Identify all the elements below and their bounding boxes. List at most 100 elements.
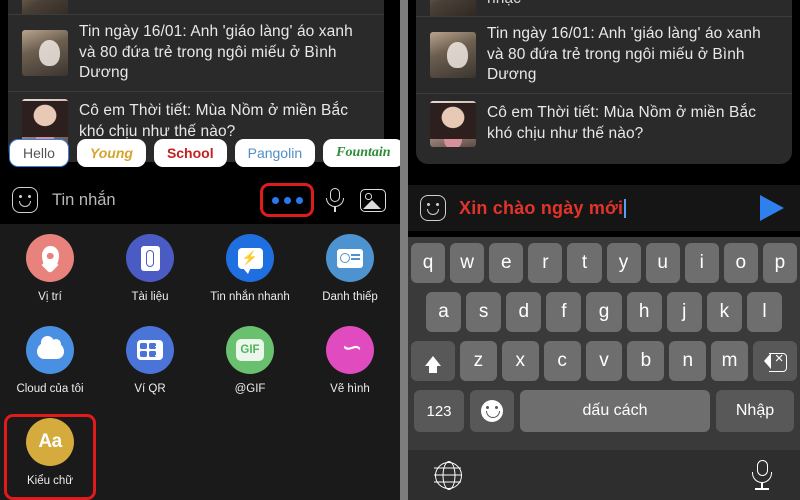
key-d[interactable]: d — [506, 292, 542, 332]
key-g[interactable]: g — [586, 292, 622, 332]
send-arrow-icon[interactable] — [760, 195, 784, 221]
app-item-vi-tri[interactable]: Vị trí — [0, 234, 100, 326]
key-r[interactable]: r — [528, 243, 563, 283]
app-item-ve-hinh[interactable]: ∽ Vẽ hình — [300, 326, 400, 418]
key-o[interactable]: o — [723, 243, 758, 283]
news-title: nhạc — [487, 0, 521, 9]
key-k[interactable]: k — [706, 292, 742, 332]
message-input[interactable]: Xin chào ngày mới — [459, 198, 760, 219]
app-label: Cloud của tôi — [16, 383, 84, 395]
app-item-vi-qr[interactable]: Ví QR — [100, 326, 200, 418]
font-chip-school[interactable]: School — [153, 139, 227, 167]
numeric-key[interactable]: 123 — [414, 390, 464, 432]
space-key[interactable]: dấu cách — [520, 390, 710, 432]
app-item-cloud[interactable]: Cloud của tôi — [0, 326, 100, 418]
key-e[interactable]: e — [489, 243, 524, 283]
cloud-icon — [26, 326, 74, 374]
key-u[interactable]: u — [645, 243, 680, 283]
keyboard-row-2: a s d f g h j k l — [408, 292, 800, 332]
news-list-item[interactable]: Cô em Thời tiết: Mùa Nồm ở miền Bắc khó … — [416, 92, 792, 154]
key-h[interactable]: h — [626, 292, 662, 332]
app-label: Tài liệu — [131, 291, 169, 303]
globe-icon[interactable] — [435, 461, 462, 489]
key-f[interactable]: f — [546, 292, 582, 332]
app-label: Ví QR — [134, 383, 166, 395]
app-label: Vị trí — [38, 291, 62, 303]
font-style-icon: Aa — [26, 418, 74, 466]
key-j[interactable]: j — [666, 292, 702, 332]
qr-wallet-icon — [126, 326, 174, 374]
news-thumbnail — [430, 0, 476, 16]
enter-key[interactable]: Nhập — [716, 390, 794, 432]
key-a[interactable]: a — [426, 292, 462, 332]
key-m[interactable]: m — [711, 341, 749, 381]
key-z[interactable]: z — [460, 341, 497, 381]
app-label: Tin nhắn nhanh — [210, 291, 290, 303]
message-input-bar: Tin nhắn — [0, 176, 400, 224]
keyboard-row-3: z x c v b n m — [408, 341, 800, 381]
news-list-item[interactable] — [8, 0, 384, 14]
quick-message-icon — [226, 234, 274, 282]
screenshot-root: Tin ngày 16/01: Anh 'giáo làng' áo xanh … — [0, 0, 800, 500]
font-chip-hello[interactable]: Hello — [9, 139, 69, 167]
image-icon[interactable] — [360, 188, 386, 212]
key-i[interactable]: i — [684, 243, 719, 283]
key-x[interactable]: x — [501, 341, 539, 381]
app-item-danh-thiep[interactable]: Danh thiếp — [300, 234, 400, 326]
news-list-item[interactable]: nhạc — [416, 0, 792, 16]
panel-divider — [400, 0, 408, 500]
news-thumbnail — [430, 100, 476, 147]
microphone-icon[interactable] — [751, 460, 773, 490]
key-l[interactable]: l — [746, 292, 782, 332]
key-w[interactable]: w — [450, 243, 485, 283]
font-chip-young[interactable]: Young — [76, 139, 146, 167]
document-clip-icon — [126, 234, 174, 282]
news-list-item[interactable]: Tin ngày 16/01: Anh 'giáo làng' áo xanh … — [8, 14, 384, 91]
font-chip-fountain[interactable]: Fountain — [323, 139, 400, 167]
key-b[interactable]: b — [627, 341, 665, 381]
app-item-tai-lieu[interactable]: Tài liệu — [100, 234, 200, 326]
backspace-icon[interactable] — [753, 341, 798, 381]
emoji-icon[interactable] — [470, 390, 514, 432]
news-title: Tin ngày 16/01: Anh 'giáo làng' áo xanh … — [487, 25, 761, 84]
news-thumbnail — [22, 0, 68, 14]
key-n[interactable]: n — [669, 341, 707, 381]
shift-icon[interactable] — [411, 341, 455, 381]
three-dots-icon[interactable] — [260, 183, 314, 217]
location-pin-icon — [26, 234, 74, 282]
news-list-right: nhạc Tin ngày 16/01: Anh 'giáo làng' áo … — [416, 0, 792, 164]
key-y[interactable]: y — [606, 243, 641, 283]
typed-text: Xin chào ngày mới — [459, 197, 624, 218]
smiley-icon[interactable] — [420, 195, 446, 221]
font-style-chips: Hello Young School Pangolin Fountain — [0, 137, 400, 169]
gif-icon: GIF — [226, 326, 274, 374]
key-c[interactable]: c — [543, 341, 581, 381]
news-list-item[interactable]: Tin ngày 16/01: Anh 'giáo làng' áo xanh … — [416, 16, 792, 93]
draw-icon: ∽ — [326, 326, 374, 374]
app-item-tin-nhan-nhanh[interactable]: Tin nhắn nhanh — [200, 234, 300, 326]
smiley-icon[interactable] — [12, 187, 38, 213]
keyboard-row-4: 123 dấu cách Nhập — [408, 390, 800, 432]
message-input-bar: Xin chào ngày mới — [408, 185, 800, 231]
on-screen-keyboard: q w e r t y u i o p a s d f g h j k l z … — [408, 237, 800, 500]
font-chip-pangolin[interactable]: Pangolin — [234, 139, 316, 167]
app-item-kieu-chu[interactable]: Aa Kiểu chữ — [0, 414, 100, 500]
key-p[interactable]: p — [762, 243, 797, 283]
key-t[interactable]: t — [567, 243, 602, 283]
contact-card-icon — [326, 234, 374, 282]
news-title: Cô em Thời tiết: Mùa Nồm ở miền Bắc khó … — [487, 104, 757, 142]
right-phone-screen: nhạc Tin ngày 16/01: Anh 'giáo làng' áo … — [408, 0, 800, 500]
keyboard-row-1: q w e r t y u i o p — [408, 243, 800, 283]
attachment-panel: Vị trí Tài liệu Tin nhắn nhanh — [0, 224, 400, 500]
app-item-gif[interactable]: GIF @GIF — [200, 326, 300, 418]
app-label: @GIF — [234, 383, 266, 395]
app-label: Danh thiếp — [322, 291, 378, 303]
key-v[interactable]: v — [585, 341, 623, 381]
app-label: Vẽ hình — [330, 383, 370, 395]
message-input[interactable]: Tin nhắn — [52, 191, 260, 210]
news-thumbnail — [430, 31, 476, 78]
app-label: Kiểu chữ — [26, 475, 74, 487]
key-s[interactable]: s — [466, 292, 502, 332]
microphone-icon[interactable] — [324, 187, 346, 213]
key-q[interactable]: q — [411, 243, 446, 283]
